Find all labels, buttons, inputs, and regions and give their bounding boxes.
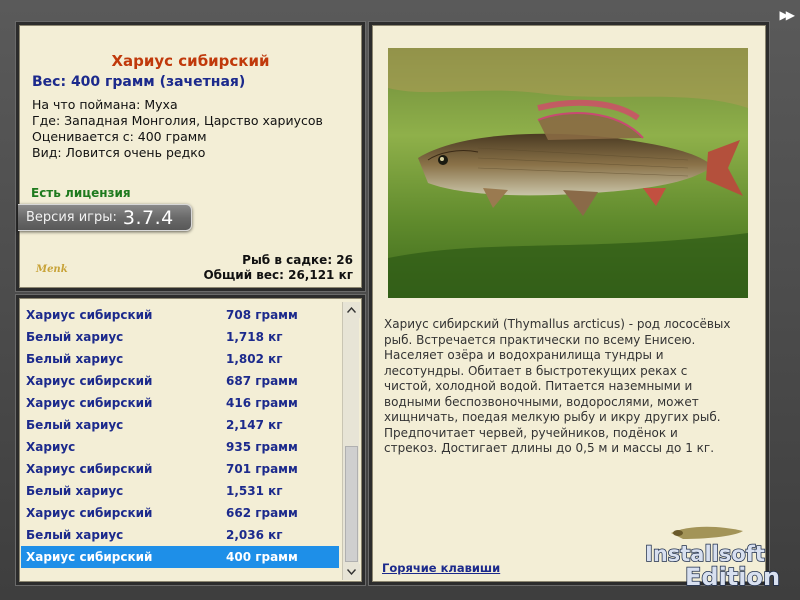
fish-detail-panel: Хариус сибирский (Thymallus arcticus) - … bbox=[369, 22, 769, 585]
catch-list-row[interactable]: Хариус сибирский 708 грамм bbox=[21, 304, 339, 326]
caught-on-text: На что поймана: Муха bbox=[32, 97, 178, 112]
catch-fish-name: Хариус сибирский bbox=[26, 550, 153, 564]
fish-description: Хариус сибирский (Thymallus arcticus) - … bbox=[384, 317, 756, 457]
description-line: хищничать, поедая мелкую рыбу и икру дру… bbox=[384, 410, 721, 424]
catch-fish-weight: 2,147 кг bbox=[226, 418, 283, 432]
rarity-text: Вид: Ловится очень редко bbox=[32, 145, 206, 160]
catch-fish-name: Белый хариус bbox=[26, 330, 124, 344]
keepnet-summary: Рыб в садке: 26 Общий вес: 26,121 кг bbox=[203, 253, 353, 283]
version-badge: Версия игры: 3.7.4 bbox=[18, 204, 192, 231]
description-line: рыб. Встречается практически по всему Ен… bbox=[384, 332, 696, 347]
catch-list-panel: Хариус сибирский 708 грамм Белый хариус 1,7… bbox=[16, 295, 365, 585]
catch-list-row[interactable]: Хариус сибирский 701 грамм bbox=[21, 458, 339, 480]
catch-fish-weight: 687 грамм bbox=[226, 374, 298, 388]
catch-fish-weight: 662 грамм bbox=[226, 506, 298, 520]
catch-fish-weight: 701 грамм bbox=[226, 462, 298, 476]
catch-fish-weight: 416 грамм bbox=[226, 396, 298, 410]
catch-list-row[interactable]: Хариус 935 грамм bbox=[21, 436, 339, 458]
version-number: 3.7.4 bbox=[122, 206, 174, 229]
catch-fish-weight: 1,802 кг bbox=[226, 352, 283, 366]
catch-fish-name: Хариус bbox=[26, 440, 76, 454]
catch-list-row[interactable]: Хариус сибирский 687 грамм bbox=[21, 370, 339, 392]
version-label: Версия игры: bbox=[26, 210, 117, 225]
license-status: Есть лицензия bbox=[31, 186, 131, 200]
catch-fish-weight: 1,718 кг bbox=[226, 330, 283, 344]
evaluated-from-text: Оценивается с: 400 грамм bbox=[32, 129, 207, 144]
chevron-down-icon bbox=[347, 569, 356, 575]
description-line: лесотундры. Обитает в быстротекущих река… bbox=[384, 363, 688, 378]
description-line: чистой, холодной водой. Питается наземны… bbox=[384, 379, 693, 393]
catch-fish-name: Хариус сибирский bbox=[26, 308, 153, 322]
catch-list-scrollbar[interactable] bbox=[342, 302, 360, 580]
catch-list-row[interactable]: Хариус сибирский 416 грамм bbox=[21, 392, 339, 414]
fish-photo bbox=[388, 48, 748, 298]
catch-list-row[interactable]: Белый хариус 1,718 кг bbox=[21, 326, 339, 348]
description-line: Предпочитает червей, ручейников, подёнок… bbox=[384, 425, 678, 440]
catch-fish-name: Хариус сибирский bbox=[26, 462, 153, 476]
scroll-up-button[interactable] bbox=[343, 302, 360, 318]
catch-fish-name: Белый хариус bbox=[26, 418, 124, 432]
catch-list-row[interactable]: Белый хариус 1,531 кг bbox=[21, 480, 339, 502]
catch-fish-weight: 2,036 кг bbox=[226, 528, 283, 542]
catch-list-row[interactable]: Хариус сибирский 662 грамм bbox=[21, 502, 339, 524]
catch-fish-weight: 400 грамм bbox=[226, 550, 298, 564]
keepnet-total-weight: Общий вес: 26,121 кг bbox=[203, 268, 353, 282]
description-line: Населяет озёра и водохранилища тундры и bbox=[384, 348, 664, 362]
catch-list[interactable]: Хариус сибирский 708 грамм Белый хариус 1,7… bbox=[21, 304, 339, 568]
catch-fish-name: Хариус сибирский bbox=[26, 396, 153, 410]
catch-fish-name: Белый хариус bbox=[26, 352, 124, 366]
catch-fish-weight: 935 грамм bbox=[226, 440, 298, 454]
catch-fish-name: Хариус сибирский bbox=[26, 506, 153, 520]
description-line: водными беспозвоночными, водорослями, мо… bbox=[384, 394, 699, 409]
location-text: Где: Западная Монголия, Царство хариусов bbox=[32, 113, 323, 128]
hotkeys-link[interactable]: Горячие клавиши bbox=[382, 561, 500, 575]
chevron-up-icon bbox=[347, 307, 356, 313]
game-logo: Menk bbox=[36, 264, 68, 275]
catch-list-row[interactable]: Белый хариус 2,147 кг bbox=[21, 414, 339, 436]
next-screen-button[interactable]: ▶▶ bbox=[780, 8, 796, 22]
catch-fish-weight: 1,531 кг bbox=[226, 484, 283, 498]
catch-list-row[interactable]: Белый хариус 2,036 кг bbox=[21, 524, 339, 546]
scroll-thumb[interactable] bbox=[345, 446, 358, 562]
keepnet-count: Рыб в садке: 26 bbox=[242, 253, 353, 267]
description-line: стрекоз. Достигает длины до 0,5 м и масс… bbox=[384, 441, 715, 455]
fish-title: Хариус сибирский bbox=[111, 52, 270, 70]
scroll-down-button[interactable] bbox=[343, 564, 360, 580]
catch-fish-name: Хариус сибирский bbox=[26, 374, 153, 388]
catch-list-row[interactable]: Хариус сибирский 400 грамм bbox=[21, 546, 339, 568]
description-line: Хариус сибирский (Thymallus arcticus) - … bbox=[384, 317, 731, 331]
fish-weight: Вес: 400 грамм (зачетная) bbox=[32, 74, 246, 90]
fish-info-panel: Хариус сибирский Вес: 400 грамм (зачетна… bbox=[16, 22, 365, 291]
catch-fish-name: Белый хариус bbox=[26, 528, 124, 542]
installsoft-watermark: Installsoft Edition bbox=[643, 523, 798, 598]
watermark-logo: Installsoft Edition bbox=[644, 526, 781, 592]
catch-fish-weight: 708 грамм bbox=[226, 308, 298, 322]
watermark-line2: Edition bbox=[685, 563, 780, 591]
grayling-photo-image bbox=[388, 48, 748, 298]
catch-fish-name: Белый хариус bbox=[26, 484, 124, 498]
catch-list-row[interactable]: Белый хариус 1,802 кг bbox=[21, 348, 339, 370]
